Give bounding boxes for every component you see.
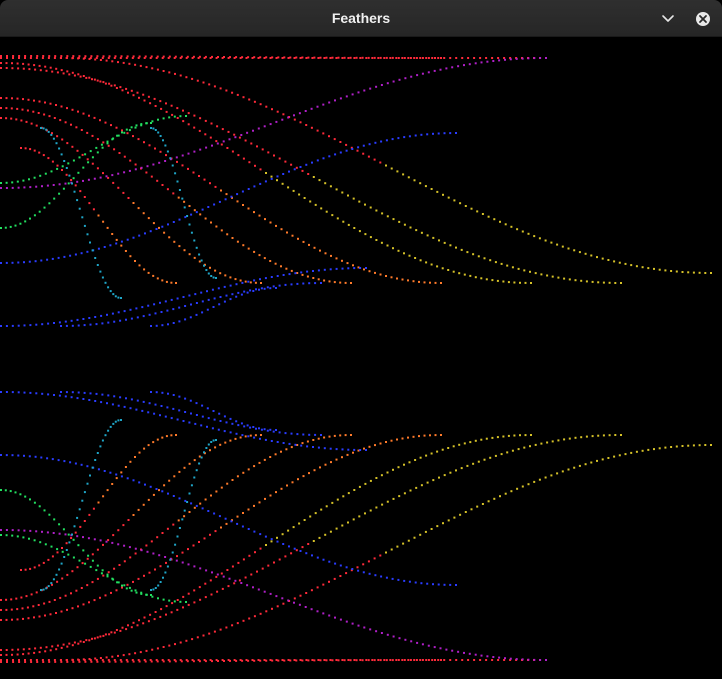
feather-curve-top <box>0 67 622 284</box>
feather-curve-top <box>0 62 532 284</box>
feather-curve-top <box>0 97 442 284</box>
feather-curve-top <box>0 115 187 184</box>
chevron-down-icon <box>662 15 674 22</box>
feather-curve-bottom <box>0 434 532 656</box>
window-title: Feathers <box>331 10 391 26</box>
feather-curve-top <box>40 127 122 299</box>
feather-curve-bottom <box>150 439 217 591</box>
feather-curve-bottom <box>0 534 187 603</box>
feather-curve-bottom <box>0 529 547 661</box>
close-button[interactable] <box>692 8 714 30</box>
feather-curve-top <box>0 132 457 264</box>
feather-curve-top <box>0 57 547 189</box>
feather-curve-bottom <box>0 434 622 651</box>
feather-curve-bottom <box>0 391 367 451</box>
feather-curve-top <box>0 267 367 327</box>
feather-curve-bottom <box>40 419 122 591</box>
feather-curve-bottom <box>0 659 547 661</box>
feathers-canvas[interactable] <box>0 37 722 679</box>
feather-curve-top <box>150 287 277 327</box>
feather-curve-top <box>60 282 322 327</box>
feather-curve-top <box>0 122 152 229</box>
feather-curve-top <box>150 127 217 279</box>
feather-curve-bottom <box>0 489 152 596</box>
feather-curve-top <box>0 57 547 59</box>
feather-curve-bottom <box>0 454 457 586</box>
feather-curve-bottom <box>60 391 322 436</box>
app-window: Feathers <box>0 0 722 679</box>
feather-curve-top <box>60 57 712 274</box>
minimize-button[interactable] <box>657 8 679 30</box>
feather-curve-bottom <box>0 434 442 621</box>
feather-curve-bottom <box>60 444 712 661</box>
titlebar[interactable]: Feathers <box>0 0 722 37</box>
close-icon <box>696 12 710 26</box>
feather-curve-bottom <box>150 391 277 431</box>
feathers-drawing <box>0 55 712 663</box>
